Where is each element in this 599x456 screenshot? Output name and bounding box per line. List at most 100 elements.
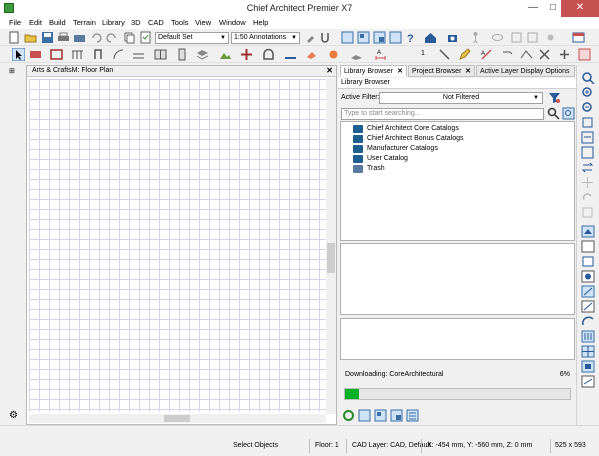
library-search-input[interactable]: Type to start searching... [341, 108, 544, 120]
pin-icon[interactable]: ⊞ [9, 67, 15, 75]
reset-view-icon[interactable] [581, 206, 595, 219]
close-button[interactable]: ✕ [561, 0, 599, 17]
cad-line-icon[interactable]: A [480, 48, 493, 61]
break-line-icon[interactable] [520, 48, 533, 61]
layer-display-icon[interactable] [581, 255, 595, 268]
roof-tool-icon[interactable] [196, 48, 209, 61]
library-list-icon[interactable] [390, 409, 403, 422]
print-icon[interactable] [57, 31, 70, 44]
slab-tool-icon[interactable] [350, 48, 363, 61]
cabinet-icon[interactable] [154, 48, 167, 61]
drawing-canvas[interactable] [29, 79, 326, 412]
search-options-icon[interactable] [562, 107, 575, 120]
menu-file[interactable]: File [9, 18, 21, 27]
camera-view-icon[interactable] [447, 31, 460, 44]
cabinet-tool-icon[interactable] [50, 48, 63, 61]
tree-item-bonus-catalogs[interactable]: Chief Architect Bonus Catalogs [353, 134, 464, 144]
filter-icon[interactable] [548, 91, 561, 104]
delete-icon[interactable] [538, 48, 551, 61]
library-view-icon[interactable] [389, 31, 402, 44]
menu-edit[interactable]: Edit [29, 18, 42, 27]
close-icon[interactable]: ✕ [326, 66, 333, 75]
layer-set-select[interactable]: Default Set ▼ [155, 32, 229, 44]
transform-icon[interactable] [578, 48, 591, 61]
ruler-icon[interactable] [581, 330, 595, 343]
color-toggle-icon[interactable] [581, 270, 595, 283]
render-icon[interactable] [510, 31, 523, 44]
zoom-extent-icon[interactable] [526, 31, 539, 44]
dormer-tool-icon[interactable] [262, 48, 275, 61]
tree-item-trash[interactable]: Trash [353, 164, 385, 174]
fill-window-building-icon[interactable] [581, 146, 595, 159]
library-view-icon[interactable] [374, 409, 387, 422]
floor-up-icon[interactable] [581, 225, 595, 238]
minimize-button[interactable]: — [523, 0, 543, 17]
search-icon[interactable] [547, 107, 560, 120]
tab-active-layer-display-options[interactable]: Active Layer Display Options [476, 65, 575, 77]
angle-snap-icon[interactable] [581, 300, 595, 313]
undo-zoom-icon[interactable] [581, 116, 595, 129]
house-3d-icon[interactable] [424, 31, 437, 44]
menu-tools[interactable]: Tools [171, 18, 189, 27]
cad-arrow-icon[interactable] [501, 48, 514, 61]
fill-window-icon[interactable] [581, 131, 595, 144]
camera-icon[interactable] [73, 31, 86, 44]
number-field[interactable]: 1 [421, 50, 425, 57]
trace-icon[interactable] [581, 375, 595, 388]
arrow-tool-icon[interactable] [438, 48, 451, 61]
orbit-icon[interactable] [491, 31, 504, 44]
tree-item-user-catalog[interactable]: User Catalog [353, 154, 408, 164]
close-icon[interactable]: ✕ [397, 66, 403, 77]
plumbing-icon[interactable] [319, 31, 332, 44]
text-tool-icon[interactable] [284, 48, 297, 61]
wrench-icon[interactable] [304, 31, 317, 44]
window-switch-icon[interactable] [572, 31, 585, 44]
gear-icon[interactable]: ⚙ [9, 410, 18, 421]
select-objects-icon[interactable] [12, 48, 25, 61]
tab-library-browser[interactable]: Library Browser ✕ [340, 65, 407, 77]
vertical-scrollbar[interactable] [326, 78, 336, 414]
add-to-plan-icon[interactable] [358, 409, 371, 422]
new-plan-icon[interactable] [8, 31, 21, 44]
zoom-out-icon[interactable] [581, 101, 595, 114]
menu-cad[interactable]: CAD [148, 18, 164, 27]
grid-snap-icon[interactable] [581, 285, 595, 298]
checklist-icon[interactable] [139, 31, 152, 44]
electrical-tool-icon[interactable] [327, 48, 340, 61]
menu-build[interactable]: Build [49, 18, 66, 27]
undo-icon[interactable] [90, 31, 103, 44]
annotation-set-select[interactable]: 1:50 Annotations ▼ [231, 32, 300, 44]
reference-display-icon[interactable] [581, 360, 595, 373]
object-snap-icon[interactable] [581, 315, 595, 328]
menu-window[interactable]: Window [219, 18, 246, 27]
copy-icon[interactable] [123, 31, 136, 44]
close-icon[interactable]: ✕ [465, 66, 471, 77]
pencil-tool-icon[interactable] [458, 48, 471, 61]
walkthrough-icon[interactable] [469, 31, 482, 44]
redo-view-icon[interactable] [581, 191, 595, 204]
dimension-tool-icon[interactable]: A [374, 48, 387, 61]
wall-tool-icon[interactable] [29, 48, 42, 61]
tree-item-manufacturer-catalogs[interactable]: Manufacturer Catalogs [353, 144, 438, 154]
door-tool-icon[interactable] [93, 48, 106, 61]
floor-down-icon[interactable] [581, 240, 595, 253]
framing-tool-icon[interactable] [240, 48, 253, 61]
zoom-in-icon[interactable] [581, 86, 595, 99]
menu-help[interactable]: Help [253, 18, 268, 27]
zoom-icon[interactable] [581, 71, 595, 84]
sheet-view-icon[interactable] [373, 31, 386, 44]
eraser-tool-icon[interactable] [305, 48, 318, 61]
plan-grid-icon[interactable] [581, 345, 595, 358]
refresh-icon[interactable] [342, 409, 355, 422]
railing-tool-icon[interactable] [71, 48, 84, 61]
menu-terrain[interactable]: Terrain [73, 18, 96, 27]
maximize-button[interactable]: □ [543, 0, 563, 17]
horizontal-scrollbar[interactable] [29, 414, 326, 423]
tree-item-core-catalogs[interactable]: Chief Architect Core Catalogs [353, 124, 459, 134]
plan-view-icon[interactable] [341, 31, 354, 44]
active-filter-select[interactable]: Not Filtered ▼ [379, 92, 543, 104]
menu-3d[interactable]: 3D [131, 18, 141, 27]
tab-project-browser[interactable]: Project Browser ✕ [408, 65, 475, 77]
scroll-thumb[interactable] [327, 243, 335, 273]
stairs-tool-icon[interactable] [132, 48, 145, 61]
